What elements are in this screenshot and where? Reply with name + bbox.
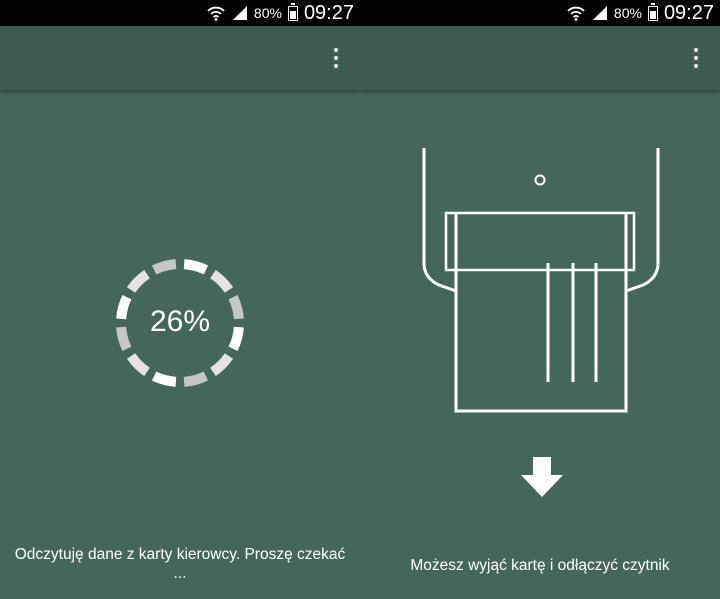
reading-status-line-1: Odczytuję dane z karty kierowcy. Proszę … (14, 546, 346, 563)
signal-icon (232, 5, 248, 21)
status-bar: 80% 09:27 (0, 0, 360, 26)
reading-screen: 80% 09:27 26% Odczytuję dane z karty kie… (0, 0, 360, 599)
battery-percent: 80% (613, 5, 642, 21)
progress-ring-segment (151, 259, 177, 275)
wifi-icon (566, 4, 586, 22)
app-bar (360, 26, 720, 90)
progress-percent: 26% (149, 305, 211, 338)
wifi-icon (206, 4, 226, 22)
arrow-down-icon (521, 457, 563, 497)
reading-status-message: Odczytuję dane z karty kierowcy. Proszę … (0, 545, 360, 583)
status-bar: 80% 09:27 (360, 0, 720, 26)
progress-ring-segment (151, 371, 177, 387)
progress-ring-segment (183, 371, 209, 387)
card-reader-icon (422, 148, 660, 413)
signal-icon (592, 5, 608, 21)
progress-ring-segment (210, 353, 234, 377)
remove-card-screen: 80% 09:27 Możesz wyjąć kartę i odłączyć … (360, 0, 720, 599)
progress-ring-segment (183, 259, 209, 275)
progress-ring-segment (126, 269, 150, 293)
app-bar (0, 26, 360, 90)
battery-icon (287, 2, 298, 21)
reading-status-line-2: ... (173, 565, 187, 582)
clock: 09:27 (663, 1, 714, 24)
progress-ring-segment (126, 353, 150, 377)
clock: 09:27 (303, 1, 354, 24)
battery-icon (647, 2, 658, 21)
battery-percent: 80% (253, 5, 282, 21)
progress-ring-segment (210, 269, 234, 293)
more-vert-icon[interactable] (686, 44, 706, 72)
more-vert-icon[interactable] (326, 44, 346, 72)
remove-card-message: Możesz wyjąć kartę i odłączyć czytnik (410, 557, 670, 574)
